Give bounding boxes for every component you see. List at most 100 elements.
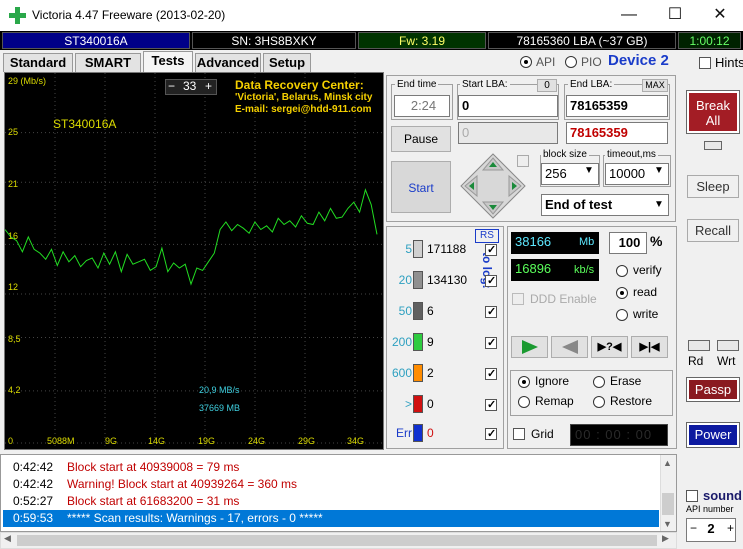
restore-radio[interactable]	[593, 396, 605, 408]
passp-button[interactable]: Passp	[686, 377, 740, 402]
legend-ms-label: >	[404, 397, 412, 411]
log-row[interactable]: 0:59:53 ***** Scan results: Warnings - 17…	[3, 510, 659, 527]
api-radio[interactable]	[520, 56, 532, 68]
y-tick: 0	[8, 436, 14, 446]
ignore-radio[interactable]	[518, 376, 530, 388]
legend-swatch	[413, 364, 423, 382]
rd-label: Rd	[688, 354, 704, 368]
legend-count: 134130	[427, 273, 468, 287]
rewind-icon	[562, 340, 578, 354]
legend-swatch	[413, 333, 423, 351]
legend-ms-label: 20	[398, 273, 412, 287]
processed-mb-unit: Mb	[579, 236, 595, 248]
pad-checkbox[interactable]	[517, 155, 529, 167]
scroll-right-icon[interactable]: ▶	[662, 533, 669, 544]
close-button[interactable]: ✕	[697, 0, 743, 31]
end-action-select[interactable]: End of test	[541, 194, 669, 216]
legend-log-checkbox[interactable]	[485, 243, 497, 256]
tab-smart[interactable]: SMART	[75, 53, 141, 72]
tab-tests[interactable]: Tests	[143, 51, 193, 73]
ignore-label: Ignore	[535, 374, 570, 388]
start-lba-label: Start LBA:	[460, 79, 510, 90]
progress-percent: 100	[609, 232, 647, 254]
y-tick: 4,2	[8, 385, 21, 395]
sound-checkbox[interactable]	[686, 490, 698, 502]
end-time-field[interactable]: 2:24	[394, 95, 450, 117]
read-radio[interactable]	[616, 287, 628, 299]
counter-plus-button[interactable]: +	[205, 79, 212, 93]
rewind-button[interactable]	[551, 336, 588, 358]
hints-label: Hints	[715, 55, 743, 70]
power-button[interactable]: Power	[686, 422, 740, 448]
counter-value: 33	[183, 79, 197, 93]
x-tick: 5088M	[47, 436, 75, 446]
hints-checkbox[interactable]	[699, 57, 711, 69]
scroll-left-icon[interactable]: ◀	[4, 533, 11, 544]
legend-ms-label: 50	[398, 304, 412, 318]
legend-swatch	[413, 240, 423, 258]
play-button[interactable]	[511, 336, 548, 358]
log-row[interactable]: 0:52:27 Block start at 61683200 = 31 ms	[3, 493, 659, 510]
api-decrement[interactable]: −	[690, 521, 697, 535]
legend-log-checkbox[interactable]	[485, 367, 497, 380]
tab-standard[interactable]: Standard	[3, 53, 73, 72]
wrt-indicator	[717, 340, 739, 351]
api-increment[interactable]: +	[727, 521, 734, 535]
pio-radio[interactable]	[565, 56, 577, 68]
ddd-enable-checkbox[interactable]	[512, 293, 524, 305]
end-lba-field[interactable]: 78165359	[566, 95, 668, 117]
sleep-button[interactable]: Sleep	[687, 175, 739, 198]
drive-serial: SN: 3HS8BXKY	[192, 32, 356, 49]
minimize-button[interactable]: —	[606, 0, 652, 31]
speed-graph: 29 (Mb/s) 25 21 16 12 8,5 4,2 0 5088M 9G…	[4, 72, 384, 450]
elapsed-time: 1:00:12	[678, 32, 741, 49]
scroll-down-icon[interactable]: ▼	[663, 519, 672, 529]
play-icon	[522, 340, 538, 354]
legend-count: 0	[427, 426, 434, 440]
scroll-up-icon[interactable]: ▲	[663, 458, 672, 468]
tab-advanced[interactable]: Advanced	[195, 53, 261, 72]
x-tick: 19G	[198, 436, 216, 446]
pause-button[interactable]: Pause	[391, 126, 451, 152]
erase-radio[interactable]	[593, 376, 605, 388]
start-lba-reset-button[interactable]: 0	[537, 79, 557, 92]
log-message: Block start at 40939008 = 79 ms	[67, 460, 240, 474]
legend-log-checkbox[interactable]	[485, 336, 497, 349]
legend-log-checkbox[interactable]	[485, 398, 497, 411]
maximize-button[interactable]: ☐	[652, 0, 698, 31]
log-time: 0:52:27	[13, 494, 54, 508]
start-button[interactable]: Start	[391, 161, 451, 213]
legend-log-checkbox[interactable]	[485, 305, 497, 318]
start-lba-field[interactable]: 0	[458, 95, 558, 117]
remap-radio[interactable]	[518, 396, 530, 408]
legend-count: 2	[427, 366, 434, 380]
log-hscroll-thumb[interactable]	[17, 535, 657, 546]
verify-radio[interactable]	[616, 265, 628, 277]
tab-setup[interactable]: Setup	[263, 53, 311, 72]
x-tick: 24G	[248, 436, 266, 446]
rs-button[interactable]: RS	[475, 229, 499, 243]
legend-ms-label: 200	[391, 335, 412, 349]
write-radio[interactable]	[616, 309, 628, 321]
legend-log-checkbox[interactable]	[485, 274, 497, 287]
banner-email: E-mail: sergei@hdd-911.com	[235, 104, 372, 115]
grid-checkbox[interactable]	[513, 428, 525, 440]
log-scroll-thumb[interactable]	[662, 493, 674, 515]
counter-minus-button[interactable]: −	[168, 79, 175, 93]
max-lba-button[interactable]: MAX	[642, 79, 668, 92]
read-label: read	[633, 285, 658, 299]
legend-log-checkbox[interactable]	[485, 427, 497, 440]
recall-button[interactable]: Recall	[687, 219, 739, 242]
end-time-label: End time	[395, 79, 439, 90]
end-button[interactable]: ▶|◀	[631, 336, 668, 358]
break-all-button[interactable]: Break All	[686, 90, 740, 134]
skip-button[interactable]: ▶?◀	[591, 336, 628, 358]
log-message: Warning! Block start at 40939264 = 360 m…	[67, 477, 298, 491]
start-lba-current-field: 0	[458, 122, 558, 144]
x-tick: 14G	[148, 436, 166, 446]
legend-ms-label: Err	[396, 426, 412, 440]
log-row[interactable]: 0:42:42 Warning! Block start at 40939264 …	[3, 476, 659, 493]
api-label: API	[536, 55, 556, 69]
remap-label: Remap	[535, 394, 574, 408]
log-row[interactable]: 0:42:42 Block start at 40939008 = 79 ms	[3, 459, 659, 476]
